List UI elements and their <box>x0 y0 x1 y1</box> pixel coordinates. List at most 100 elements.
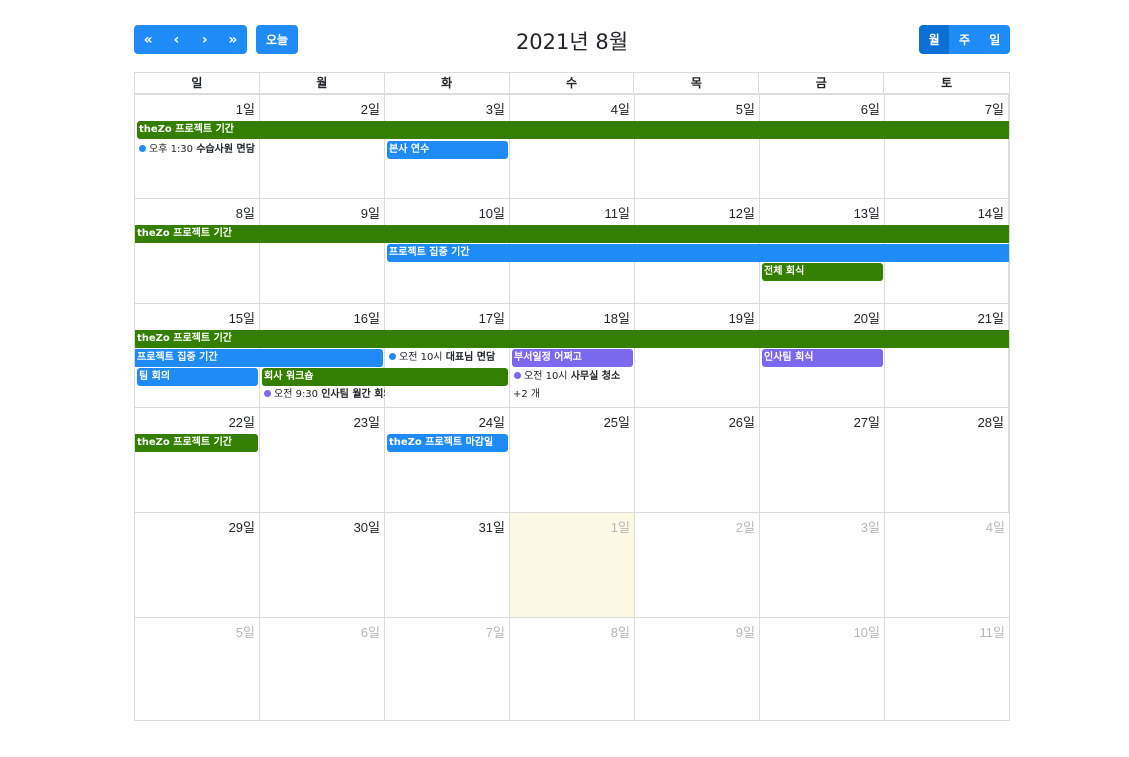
day-cell[interactable]: 4일 <box>510 95 635 198</box>
day-number[interactable]: 12일 <box>729 203 755 222</box>
prev-year-button[interactable]: « <box>134 25 163 54</box>
day-cell[interactable]: 28일 <box>885 408 1009 512</box>
day-cell[interactable]: 26일 <box>635 408 760 512</box>
event-bar[interactable]: 프로젝트 집중 기간 <box>387 244 1009 262</box>
day-cell[interactable]: 29일 <box>135 513 260 617</box>
day-cell[interactable]: 23일 <box>260 408 385 512</box>
more-events-link[interactable]: +2 개 <box>513 387 540 403</box>
event-bar[interactable]: 회사 워크숍 <box>262 368 508 386</box>
day-cell[interactable]: 5일 <box>135 618 260 720</box>
week-view-button[interactable]: 주 <box>949 25 980 54</box>
event-item[interactable]: 오전 10시 대표님 면담 <box>385 349 509 367</box>
today-cell[interactable]: 1일 <box>510 513 635 617</box>
day-number[interactable]: 5일 <box>736 99 755 118</box>
day-cell[interactable]: 30일 <box>260 513 385 617</box>
day-number[interactable]: 17일 <box>479 308 505 327</box>
day-cell[interactable]: 9일 <box>635 618 760 720</box>
day-number[interactable]: 5일 <box>236 622 255 641</box>
day-number[interactable]: 20일 <box>854 308 880 327</box>
day-number[interactable]: 3일 <box>861 517 880 536</box>
day-number[interactable]: 1일 <box>611 517 630 536</box>
day-number[interactable]: 4일 <box>611 99 630 118</box>
day-cell[interactable]: 6일 <box>260 618 385 720</box>
day-number[interactable]: 8일 <box>236 203 255 222</box>
day-cell[interactable]: 2일 <box>635 513 760 617</box>
week-row: 8일 9일 10일 11일 12일 13일 14일 theZo 프로젝트 기간 … <box>134 199 1010 304</box>
prev-month-button[interactable]: ‹ <box>162 25 191 54</box>
day-cell[interactable]: 9일 <box>260 199 385 303</box>
day-number[interactable]: 7일 <box>985 99 1004 118</box>
day-cell[interactable]: 19일 <box>635 304 760 407</box>
day-cell[interactable]: 2일 <box>260 95 385 198</box>
day-number[interactable]: 10일 <box>479 203 505 222</box>
day-number[interactable]: 25일 <box>604 412 630 431</box>
day-cell[interactable]: 8일 <box>510 618 635 720</box>
day-number[interactable]: 1일 <box>236 99 255 118</box>
event-bar[interactable]: theZo 프로젝트 마감일 <box>387 434 508 452</box>
day-number[interactable]: 16일 <box>354 308 380 327</box>
day-number[interactable]: 2일 <box>361 99 380 118</box>
day-number[interactable]: 26일 <box>729 412 755 431</box>
event-bar[interactable]: 팀 회의 <box>137 368 258 386</box>
day-number[interactable]: 15일 <box>229 308 255 327</box>
event-item[interactable]: 오전 9:30 인사팀 월간 회의 <box>260 386 385 404</box>
event-bar[interactable]: 인사팀 회식 <box>762 349 883 367</box>
day-number[interactable]: 9일 <box>361 203 380 222</box>
day-number[interactable]: 29일 <box>229 517 255 536</box>
day-number[interactable]: 8일 <box>611 622 630 641</box>
day-number[interactable]: 18일 <box>604 308 630 327</box>
day-cell[interactable]: 7일 <box>385 618 510 720</box>
day-number[interactable]: 7일 <box>486 622 505 641</box>
next-year-button[interactable]: » <box>218 25 247 54</box>
day-cell[interactable]: 24일 <box>385 408 510 512</box>
day-number[interactable]: 31일 <box>479 517 505 536</box>
day-cell[interactable]: 7일 <box>885 95 1009 198</box>
event-bar[interactable]: theZo 프로젝트 기간 <box>135 225 1009 243</box>
day-number[interactable]: 30일 <box>354 517 380 536</box>
event-bar[interactable]: theZo 프로젝트 기간 <box>137 121 1009 139</box>
day-number[interactable]: 6일 <box>861 99 880 118</box>
day-number[interactable]: 13일 <box>854 203 880 222</box>
day-number[interactable]: 9일 <box>736 622 755 641</box>
day-number[interactable]: 21일 <box>978 308 1004 327</box>
event-bar[interactable]: 프로젝트 집중 기간 <box>135 349 383 367</box>
day-cell[interactable]: 4일 <box>885 513 1009 617</box>
today-button[interactable]: 오늘 <box>256 25 298 54</box>
next-month-button[interactable]: › <box>190 25 219 54</box>
month-view-button[interactable]: 월 <box>919 25 950 54</box>
event-bar[interactable]: 본사 연수 <box>387 141 508 159</box>
event-bar[interactable]: 부서일정 어쩌고 <box>512 349 633 367</box>
day-number[interactable]: 11일 <box>980 622 1005 641</box>
day-view-button[interactable]: 일 <box>979 25 1010 54</box>
day-number[interactable]: 10일 <box>854 622 880 641</box>
day-number[interactable]: 19일 <box>729 308 755 327</box>
day-cell[interactable]: 3일 <box>760 513 885 617</box>
day-cell[interactable]: 5일 <box>635 95 760 198</box>
event-item[interactable]: 오후 1:30 수습사원 면담 <box>135 141 259 159</box>
event-item[interactable]: 오전 10시 사무실 청소 <box>510 368 634 386</box>
day-number[interactable]: 11일 <box>605 203 630 222</box>
day-number[interactable]: 23일 <box>354 412 380 431</box>
day-number[interactable]: 4일 <box>986 517 1005 536</box>
day-number[interactable]: 3일 <box>486 99 505 118</box>
day-cell[interactable]: 6일 <box>760 95 885 198</box>
day-cell[interactable]: 11일 <box>885 618 1009 720</box>
event-bar[interactable]: theZo 프로젝트 기간 <box>135 330 1009 348</box>
event-bar[interactable]: theZo 프로젝트 기간 <box>135 434 258 452</box>
day-cell[interactable]: 31일 <box>385 513 510 617</box>
day-number[interactable]: 14일 <box>978 203 1004 222</box>
day-cell[interactable]: 25일 <box>510 408 635 512</box>
day-cell[interactable]: 8일 <box>135 199 260 303</box>
event-bar[interactable]: 전체 회식 <box>762 263 883 281</box>
day-cell[interactable]: 27일 <box>760 408 885 512</box>
day-number[interactable]: 27일 <box>854 412 880 431</box>
day-cell[interactable]: 22일 <box>135 408 260 512</box>
week-row: 1일 2일 3일 4일 5일 6일 7일 theZo 프로젝트 기간 오후 1:… <box>134 95 1010 199</box>
day-cell[interactable]: 21일 <box>885 304 1009 407</box>
day-number[interactable]: 22일 <box>229 412 255 431</box>
day-number[interactable]: 24일 <box>479 412 505 431</box>
day-cell[interactable]: 10일 <box>760 618 885 720</box>
day-number[interactable]: 2일 <box>736 517 755 536</box>
day-number[interactable]: 28일 <box>978 412 1004 431</box>
day-number[interactable]: 6일 <box>361 622 380 641</box>
